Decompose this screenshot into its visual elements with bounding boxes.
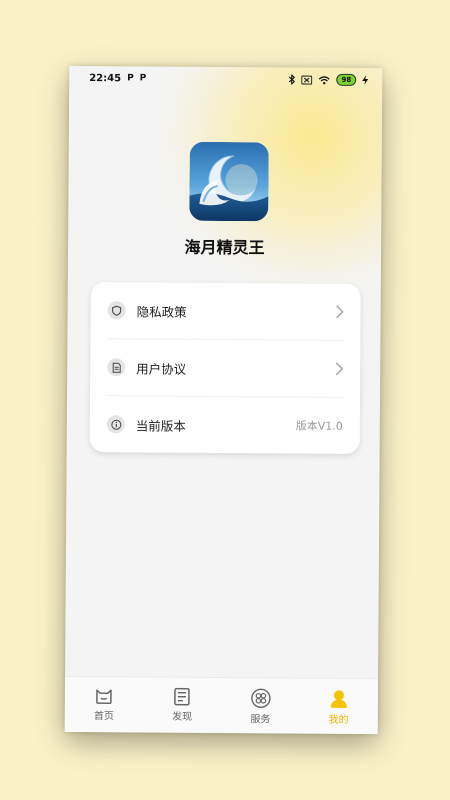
- current-version-label: 当前版本: [135, 417, 186, 434]
- settings-card: 隐私政策 用户协议 当前版本 版本V1.0: [89, 282, 361, 454]
- nav-label-profile: 我的: [328, 714, 349, 726]
- user-agreement-row[interactable]: 用户协议: [90, 339, 360, 397]
- app-name: 海月精灵王: [184, 237, 265, 258]
- nav-tab-discover[interactable]: 发现: [143, 677, 222, 733]
- bottom-nav: 首页 发现 服务 我的: [64, 675, 379, 735]
- discover-icon: [174, 687, 191, 706]
- nav-tab-home[interactable]: 首页: [65, 677, 144, 733]
- profile-icon: [330, 690, 347, 708]
- privacy-policy-label: 隐私政策: [136, 303, 187, 320]
- status-bar: 22:45 P P 98: [69, 66, 382, 92]
- shield-icon: [107, 301, 126, 320]
- notification-p-icon: P: [139, 73, 147, 84]
- privacy-policy-row[interactable]: 隐私政策: [90, 282, 360, 340]
- battery-indicator: 98: [336, 73, 357, 86]
- phone-screen: 22:45 P P 98 海月精灵王 隐私政策 用户协议 当前版本 版本V1.0…: [64, 65, 383, 735]
- charging-icon: [362, 74, 369, 85]
- document-icon: [107, 358, 126, 377]
- chevron-right-icon: [335, 362, 344, 376]
- notification-p-icon: P: [127, 73, 134, 84]
- status-time: 22:45: [89, 72, 122, 84]
- nav-label-home: 首页: [93, 711, 114, 723]
- home-icon: [96, 689, 112, 704]
- sim-card-icon: [301, 75, 313, 85]
- app-logo: [189, 141, 269, 222]
- nav-label-discover: 发现: [172, 711, 193, 723]
- wifi-icon: [319, 75, 330, 84]
- current-version-row: 当前版本 版本V1.0: [90, 396, 360, 454]
- nav-tab-profile[interactable]: 我的: [299, 679, 378, 735]
- chevron-right-icon: [336, 305, 344, 319]
- info-icon: [106, 415, 125, 434]
- user-agreement-label: 用户协议: [136, 360, 187, 377]
- bluetooth-icon: [289, 74, 296, 85]
- service-icon: [250, 688, 271, 708]
- nav-label-service: 服务: [250, 714, 271, 726]
- version-value: 版本V1.0: [295, 419, 343, 433]
- nav-tab-service[interactable]: 服务: [221, 678, 300, 734]
